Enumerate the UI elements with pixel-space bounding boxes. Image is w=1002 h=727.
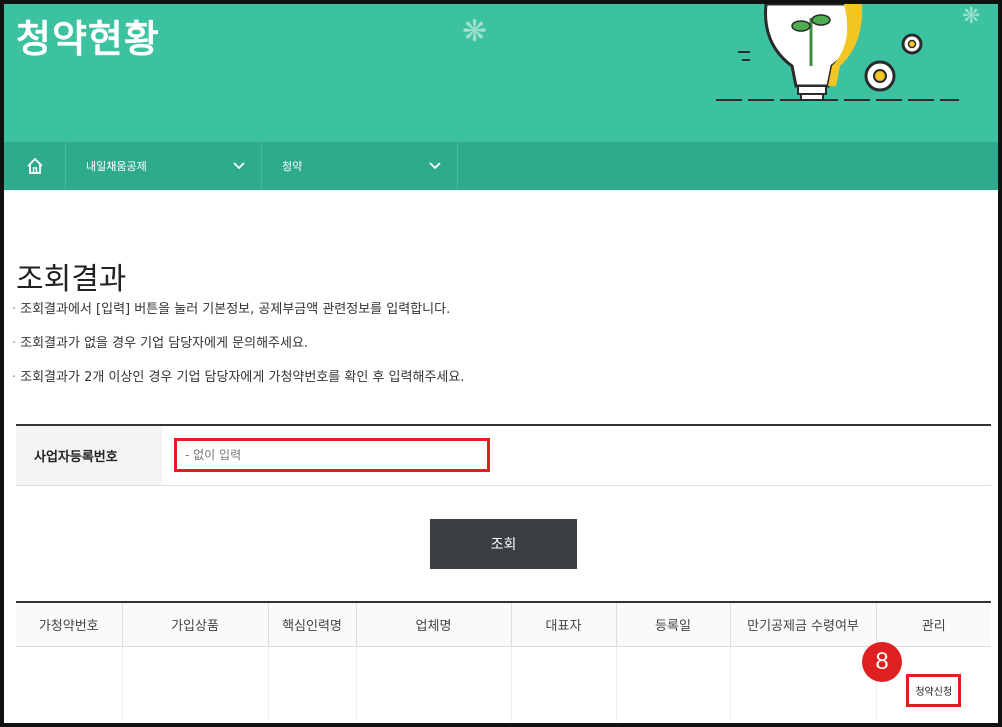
- page-title: 청약현황: [16, 17, 160, 61]
- apply-subscription-button[interactable]: 청약신청: [906, 673, 962, 707]
- table-cell: [356, 646, 512, 722]
- table-cell: [122, 646, 269, 722]
- section-title: 조회결과: [16, 262, 127, 297]
- table-cell: [268, 646, 357, 722]
- column-header: 핵심인력명: [268, 602, 357, 647]
- guide-notes: 조회결과에서 [입력] 버튼을 눌러 기본정보, 공제부금액 관련정보를 입력합…: [12, 300, 464, 402]
- column-header: 업체명: [356, 602, 512, 647]
- sparkle-icon: ❋: [462, 14, 488, 49]
- table-cell: [16, 646, 123, 722]
- guide-note: 조회결과에서 [입력] 버튼을 눌러 기본정보, 공제부금액 관련정보를 입력합…: [12, 300, 464, 334]
- header-banner: 청약현황 ❋ ❋: [4, 4, 998, 142]
- column-header: 만기공제금 수령여부: [730, 602, 877, 647]
- step-badge: 8: [862, 642, 902, 682]
- business-number-input[interactable]: [174, 438, 490, 472]
- page-frame: 청약현황 ❋ ❋ 내일채움공제 청약 조회결과 · 조회결과에서 [입력] 버튼…: [0, 0, 1002, 727]
- column-header: 등록일: [616, 602, 731, 647]
- table-cell: [730, 646, 877, 722]
- search-form: 사업자등록번호: [16, 424, 991, 486]
- search-cell: [162, 426, 991, 485]
- query-button[interactable]: 조회: [430, 519, 577, 569]
- column-header: 가입상품: [122, 602, 269, 647]
- column-header: 대표자: [511, 602, 617, 647]
- nav-menu-label: 청약: [282, 160, 303, 173]
- chevron-down-icon: [233, 162, 245, 170]
- column-header: 관리: [876, 602, 991, 647]
- business-number-label: 사업자등록번호: [16, 426, 162, 485]
- table-header-row: 가청약번호 가입상품 핵심인력명 업체명 대표자 등록일 만기공제금 수령여부 …: [16, 602, 991, 647]
- table-cell: [511, 646, 617, 722]
- results-table: 가청약번호 가입상품 핵심인력명 업체명 대표자 등록일 만기공제금 수령여부 …: [16, 601, 991, 722]
- table-row: 청약신청: [16, 646, 991, 722]
- home-button[interactable]: [4, 142, 66, 190]
- home-icon: [26, 157, 43, 174]
- nav-menu-label: 내일채움공제: [86, 160, 147, 173]
- guide-note: 조회결과가 2개 이상인 경우 기업 담당자에게 가청약번호를 확인 후 입력해…: [12, 368, 464, 402]
- guide-note: 조회결과가 없을 경우 기업 담당자에게 문의해주세요.: [12, 334, 464, 368]
- column-header: 가청약번호: [16, 602, 123, 647]
- lightbulb-gear-illustration: [716, 4, 959, 101]
- table-cell: [616, 646, 731, 722]
- nav-menu-savings[interactable]: 내일채움공제: [66, 142, 262, 190]
- chevron-down-icon: [429, 162, 441, 170]
- nav-menu-subscription[interactable]: 청약: [262, 142, 458, 190]
- navigation-bar: 내일채움공제 청약: [4, 142, 998, 190]
